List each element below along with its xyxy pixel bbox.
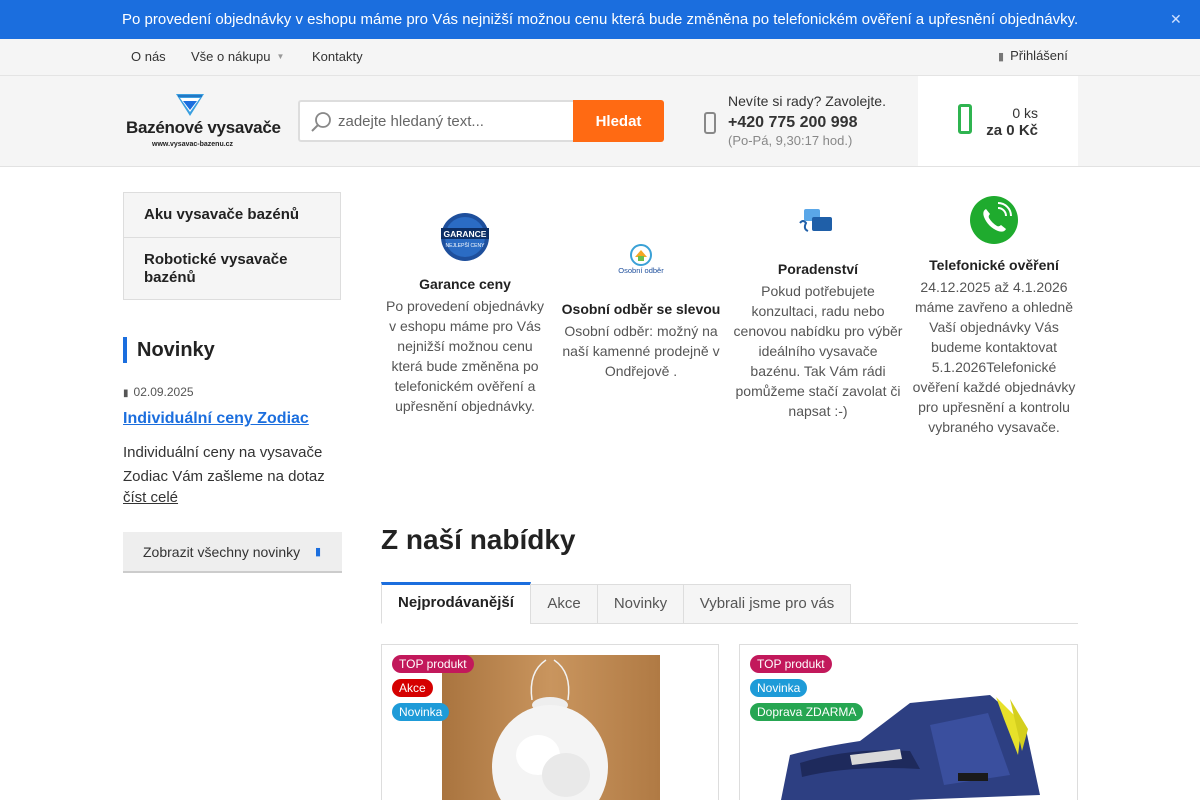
- search-button[interactable]: Hledat: [573, 100, 664, 142]
- nav-item-o-nas[interactable]: O nás: [131, 49, 166, 64]
- offers-tabs: Nejprodávanější Akce Novinky Vybrali jsm…: [381, 582, 1078, 624]
- help-phone[interactable]: +420 775 200 998: [728, 114, 857, 132]
- news-date: ▮ 02.09.2025: [123, 385, 194, 399]
- cart-count: 0 ks: [1012, 105, 1038, 121]
- login-label: Přihlášení: [1010, 48, 1068, 63]
- nav-item-vse-o-nakupu[interactable]: Vše o nákupu ▼: [191, 49, 284, 64]
- news-heading: Novinky: [123, 337, 215, 363]
- chevron-right-icon: ▮: [315, 546, 322, 558]
- badge-text: GARANCE: [444, 229, 487, 239]
- phone-call-icon: [970, 196, 1018, 244]
- help-text: Nevíte si rady? Zavolejte.: [728, 93, 886, 109]
- category-menu: Aku vysavače bazénů Robotické vysavače b…: [123, 192, 341, 300]
- logo-url: www.vysavac-bazenu.cz: [152, 141, 234, 148]
- cart-widget[interactable]: 0 ks za 0 Kč: [918, 76, 1078, 166]
- benefit-consulting: Poradenství Pokud potřebujete konzultaci…: [733, 207, 903, 421]
- news-text: Individuální ceny na vysavače Zodiac Vám…: [123, 444, 325, 485]
- site-logo[interactable]: Bazénové vysavače www.vysavac-bazenu.cz: [124, 92, 281, 152]
- all-news-button[interactable]: Zobrazit všechny novinky ▮: [123, 532, 342, 573]
- news-read-more-link[interactable]: číst celé: [123, 489, 178, 506]
- calendar-icon: ▮: [123, 388, 129, 399]
- user-icon: ▮: [998, 51, 1005, 63]
- product-card[interactable]: TOP produkt Akce Novinka: [381, 644, 719, 800]
- help-hours: (Po-Pá, 9,30:17 hod.): [728, 133, 853, 148]
- flag-top-product: TOP produkt: [392, 655, 474, 673]
- chevron-down-icon: ▼: [276, 52, 285, 61]
- badge-subtext: NEJLEPŠÍ CENY: [446, 242, 486, 249]
- benefit-personal-pickup: Osobní odběr Osobní odběr se slevou Osob…: [557, 240, 725, 381]
- tab-nejprodavanejsi[interactable]: Nejprodávanější: [381, 582, 531, 624]
- category-roboticke-vysavace[interactable]: Robotické vysavače bazénů: [124, 238, 340, 299]
- flag-new: Novinka: [392, 703, 450, 721]
- notice-text: Po provedení objednávky v eshopu máme pr…: [122, 11, 1079, 28]
- offers-heading: Z naší nabídky: [381, 524, 576, 555]
- search-input[interactable]: [338, 110, 568, 132]
- benefit-text: Osobní odběr: možný na naší kamenné prod…: [562, 323, 720, 379]
- news-date-value: 02.09.2025: [133, 385, 194, 399]
- tab-akce[interactable]: Akce: [530, 584, 598, 624]
- nav-item-kontakty[interactable]: Kontakty: [312, 49, 363, 64]
- nav-item-label: Vše o nákupu: [191, 49, 271, 64]
- flag-sale: Akce: [392, 679, 433, 697]
- phone-icon: [704, 112, 716, 134]
- close-icon[interactable]: ✕: [1170, 11, 1182, 28]
- benefit-title: Garance ceny: [419, 276, 511, 292]
- benefit-price-guarantee: GARANCE NEJLEPŠÍ CENY Garance ceny Po pr…: [381, 212, 549, 416]
- benefit-phone-verification: Telefonické ověření 24.12.2025 až 4.1.20…: [909, 195, 1079, 437]
- tab-vybrali-jsme[interactable]: Vybrali jsme pro vás: [683, 584, 851, 624]
- top-navigation: O nás Vše o nákupu ▼ Kontakty ▮ Přihlášení: [0, 39, 1200, 76]
- product-card[interactable]: TOP produkt Novinka Doprava ZDARMA: [739, 644, 1078, 800]
- benefit-text: Po provedení objednávky v eshopu máme pr…: [386, 298, 544, 414]
- category-aku-vysavace[interactable]: Aku vysavače bazénů: [124, 193, 340, 238]
- cart-total: za 0 Kč: [986, 122, 1038, 139]
- search-field[interactable]: [298, 100, 575, 142]
- benefit-title: Osobní odběr se slevou: [561, 301, 721, 317]
- flag-new: Novinka: [750, 679, 808, 697]
- pickup-logo-icon: Osobní odběr: [618, 244, 664, 275]
- chat-icon: [799, 209, 832, 232]
- benefit-title: Telefonické ověření: [929, 257, 1059, 273]
- tab-novinky[interactable]: Novinky: [597, 584, 684, 624]
- product-image[interactable]: [442, 655, 660, 800]
- notice-banner: Po provedení objednávky v eshopu máme pr…: [0, 0, 1200, 39]
- search-icon: [311, 112, 331, 132]
- price-guarantee-badge-icon: GARANCE NEJLEPŠÍ CENY: [441, 213, 489, 261]
- cart-icon: [958, 104, 972, 134]
- logo-text: Bazénové vysavače: [126, 118, 281, 137]
- all-news-label: Zobrazit všechny novinky: [143, 544, 301, 560]
- flag-top-product: TOP produkt: [750, 655, 832, 673]
- benefit-text: Pokud potřebujete konzultaci, radu nebo …: [733, 283, 903, 419]
- benefit-text: 24.12.2025 až 4.1.2026 máme zavřeno a oh…: [912, 279, 1076, 435]
- site-header: Bazénové vysavače www.vysavac-bazenu.cz …: [0, 76, 1200, 167]
- flag-free-shipping: Doprava ZDARMA: [750, 703, 864, 721]
- benefit-title: Poradenství: [777, 261, 859, 277]
- login-link[interactable]: ▮ Přihlášení: [998, 48, 1068, 63]
- pickup-logo-text: Osobní odběr: [618, 266, 664, 275]
- news-title-link[interactable]: Individuální ceny Zodiac: [123, 410, 309, 428]
